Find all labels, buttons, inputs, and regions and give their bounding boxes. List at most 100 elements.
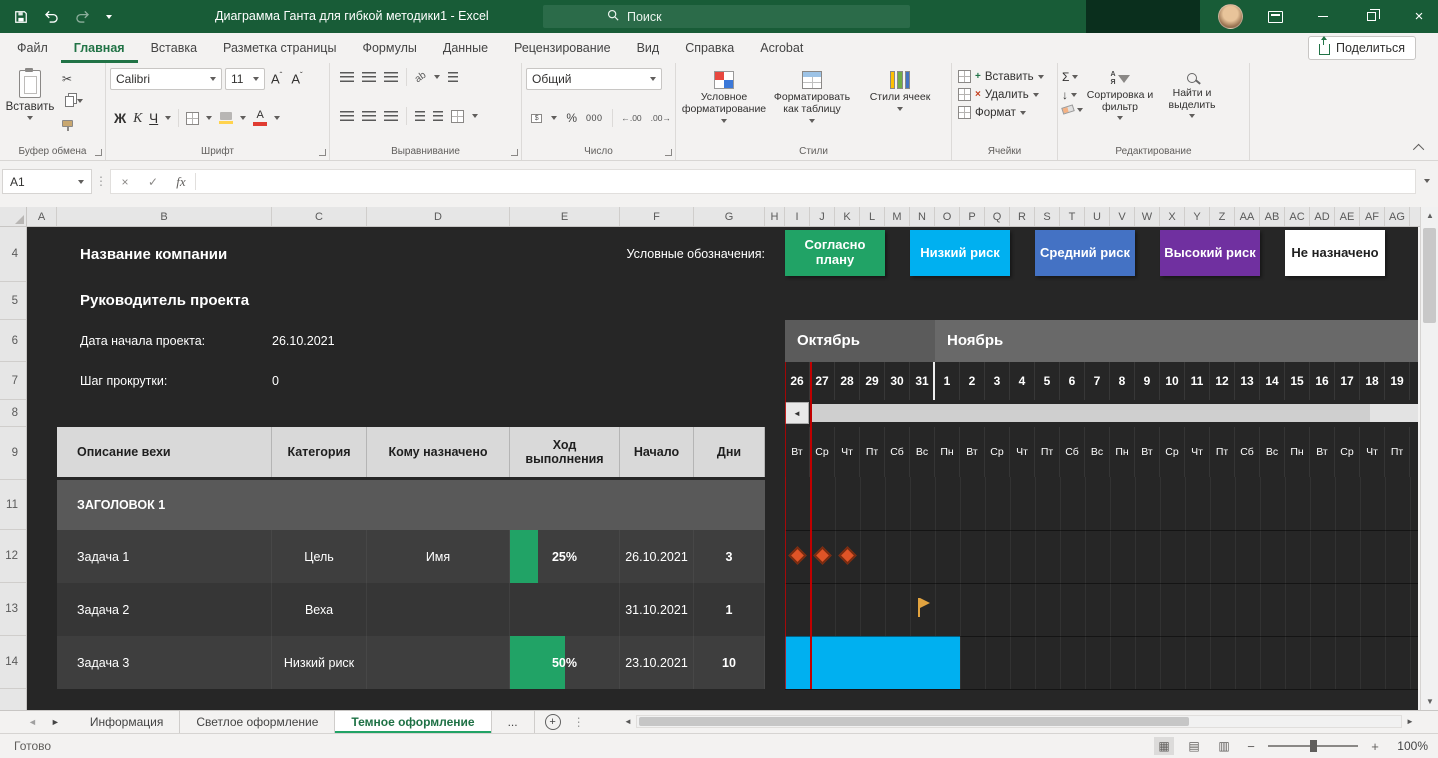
column-header-L[interactable]: L [860, 207, 885, 226]
orientation-caret-icon[interactable] [434, 75, 441, 79]
scroll-down-icon[interactable]: ▼ [1421, 693, 1438, 710]
task-cell-0-3[interactable]: 25% [510, 530, 620, 583]
autosum-button[interactable]: Σ [1062, 70, 1083, 84]
gantt-date-10[interactable]: 5 [1035, 362, 1060, 400]
gantt-weekday-23[interactable]: Чт [1360, 427, 1385, 477]
gantt-date-21[interactable]: 16 [1310, 362, 1335, 400]
row-header-13[interactable]: 13 [0, 583, 26, 636]
name-box[interactable]: A1 [2, 169, 92, 194]
align-top-button[interactable] [340, 71, 354, 83]
conditional-formatting-button[interactable]: Условное форматирование [680, 68, 768, 123]
percent-style-button[interactable]: % [566, 111, 577, 125]
table-column-header-1[interactable]: Категория [272, 427, 367, 477]
column-header-R[interactable]: R [1010, 207, 1035, 226]
format-painter-button[interactable] [60, 114, 94, 132]
legend-badge-3[interactable]: Высокий риск [1160, 230, 1260, 276]
align-middle-button[interactable] [362, 71, 376, 83]
enter-formula-button[interactable]: ✓ [139, 175, 167, 189]
task-cell-2-0[interactable]: Задача 3 [57, 636, 272, 689]
column-header-B[interactable]: B [57, 207, 272, 226]
table-column-header-3[interactable]: Ход выполнения [510, 427, 620, 477]
start-date-value-cell[interactable]: 26.10.2021 [272, 320, 335, 362]
scroll-up-icon[interactable]: ▲ [1421, 207, 1438, 224]
gantt-scrollbar-track[interactable] [810, 404, 1418, 422]
column-header-O[interactable]: O [935, 207, 960, 226]
company-name-cell[interactable]: Название компании [80, 227, 227, 282]
gantt-date-4[interactable]: 30 [885, 362, 910, 400]
ribbon-tab-8[interactable]: Справка [672, 33, 747, 63]
task-cell-0-5[interactable]: 3 [694, 530, 765, 583]
ribbon-tab-2[interactable]: Вставка [138, 33, 210, 63]
insert-function-button[interactable]: fx [167, 174, 195, 190]
row-header-14[interactable]: 14 [0, 636, 26, 689]
gantt-weekday-22[interactable]: Ср [1335, 427, 1360, 477]
format-cells-button[interactable]: Формат [956, 106, 1053, 119]
gantt-weekday-3[interactable]: Пт [860, 427, 885, 477]
column-header-T[interactable]: T [1060, 207, 1085, 226]
task-row-1[interactable]: Задача 2 Веха 31.10.2021 1 [57, 583, 765, 636]
hscroll-left-icon[interactable]: ◄ [620, 717, 636, 726]
user-avatar[interactable] [1218, 4, 1243, 29]
undo-icon[interactable] [44, 10, 59, 23]
increase-font-button[interactable]: Аˆ [268, 71, 285, 86]
column-header-Z[interactable]: Z [1210, 207, 1235, 226]
scroll-step-value-cell[interactable]: 0 [272, 362, 279, 400]
gantt-weekday-8[interactable]: Ср [985, 427, 1010, 477]
task-cell-0-4[interactable]: 26.10.2021 [620, 530, 694, 583]
decrease-font-button[interactable]: Аˇ [288, 71, 305, 86]
gantt-date-6[interactable]: 1 [935, 362, 960, 400]
gantt-weekday-9[interactable]: Чт [1010, 427, 1035, 477]
task-cell-2-4[interactable]: 23.10.2021 [620, 636, 694, 689]
row-header-8[interactable]: 8 [0, 400, 26, 427]
gantt-weekday-13[interactable]: Пн [1110, 427, 1135, 477]
column-header-F[interactable]: F [620, 207, 694, 226]
ribbon-tab-4[interactable]: Формулы [349, 33, 429, 63]
column-header-X[interactable]: X [1160, 207, 1185, 226]
sort-filter-button[interactable]: АЯ Сортировка и фильтр [1085, 68, 1155, 120]
increase-decimal-button[interactable]: ←.00 [621, 113, 641, 123]
column-header-W[interactable]: W [1135, 207, 1160, 226]
column-header-G[interactable]: G [694, 207, 765, 226]
cell-styles-button[interactable]: Стили ячеек [856, 68, 944, 123]
gantt-scroll-left-button[interactable]: ◄ [785, 402, 809, 424]
gantt-weekday-5[interactable]: Вс [910, 427, 935, 477]
row-header-7[interactable]: 7 [0, 362, 26, 400]
row-header-4[interactable]: 4 [0, 227, 26, 282]
gantt-date-9[interactable]: 4 [1010, 362, 1035, 400]
gantt-weekday-15[interactable]: Ср [1160, 427, 1185, 477]
column-header-AE[interactable]: AE [1335, 207, 1360, 226]
merge-center-button[interactable] [451, 109, 464, 123]
close-button[interactable]: × [1404, 0, 1434, 33]
gantt-weekday-24[interactable]: Пт [1385, 427, 1410, 477]
ribbon-tab-1[interactable]: Главная [61, 33, 138, 63]
ribbon-tab-9[interactable]: Acrobat [747, 33, 816, 63]
bold-button[interactable]: Ж [114, 111, 126, 126]
gantt-date-2[interactable]: 28 [835, 362, 860, 400]
align-right-button[interactable] [384, 110, 398, 122]
gantt-weekday-14[interactable]: Вт [1135, 427, 1160, 477]
gantt-date-1[interactable]: 27 [810, 362, 835, 400]
clipboard-dialog-launcher-icon[interactable] [95, 149, 102, 156]
sheet-tab-2[interactable]: Темное оформление [335, 711, 492, 733]
formula-bar-expand-icon[interactable] [1424, 179, 1430, 183]
paste-button[interactable]: Вставить [4, 68, 56, 132]
gantt-weekday-10[interactable]: Пт [1035, 427, 1060, 477]
add-sheet-button[interactable]: + [544, 714, 561, 730]
gantt-weekday-7[interactable]: Вт [960, 427, 985, 477]
sheet-tab-0[interactable]: Информация [74, 711, 181, 733]
column-header-Y[interactable]: Y [1185, 207, 1210, 226]
task-cell-0-0[interactable]: Задача 1 [57, 530, 272, 583]
legend-badge-4[interactable]: Не назначено [1285, 230, 1385, 276]
font-name-select[interactable]: Calibri [110, 68, 222, 90]
gantt-date-5[interactable]: 31 [910, 362, 935, 400]
ribbon-tab-3[interactable]: Разметка страницы [210, 33, 349, 63]
alignment-dialog-launcher-icon[interactable] [511, 149, 518, 156]
gantt-date-16[interactable]: 11 [1185, 362, 1210, 400]
column-header-I[interactable]: I [785, 207, 810, 226]
zoom-out-button[interactable]: − [1244, 739, 1258, 754]
task-cell-0-2[interactable]: Имя [367, 530, 510, 583]
column-header-AF[interactable]: AF [1360, 207, 1385, 226]
gantt-date-8[interactable]: 3 [985, 362, 1010, 400]
project-lead-cell[interactable]: Руководитель проекта [80, 282, 249, 320]
column-header-H[interactable]: H [765, 207, 785, 226]
